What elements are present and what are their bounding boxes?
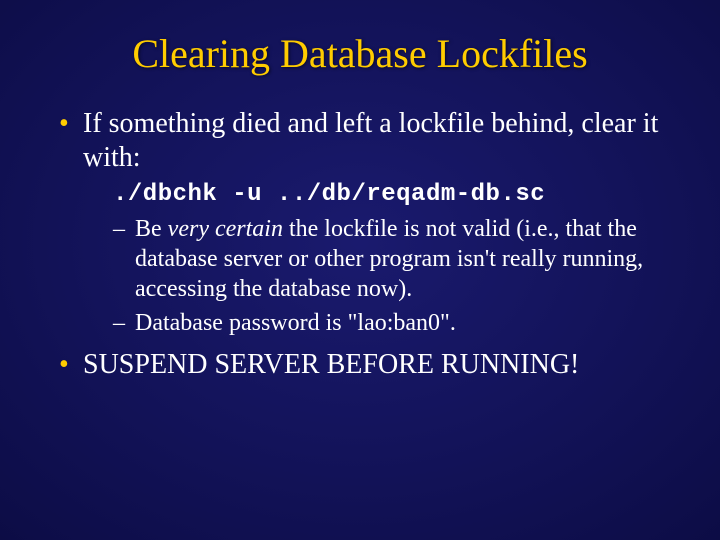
command-line: ./dbchk -u ../db/reqadm-db.sc <box>113 178 665 210</box>
sub-item-1: Be very certain the lockfile is not vali… <box>113 214 665 304</box>
bullet-1-text: If something died and left a lockfile be… <box>83 108 658 173</box>
bullet-item-2: SUSPEND SERVER BEFORE RUNNING! <box>55 348 665 382</box>
sub-list-1: ./dbchk -u ../db/reqadm-db.sc Be very ce… <box>113 178 665 338</box>
sub1-emph: very certain <box>168 216 283 242</box>
slide: Clearing Database Lockfiles If something… <box>0 0 720 540</box>
sub2-text: Database password is "lao:ban0". <box>135 310 456 336</box>
sub1-part-a: Be <box>135 216 168 242</box>
command-text: ./dbchk -u ../db/reqadm-db.sc <box>113 181 545 208</box>
bullet-item-1: If something died and left a lockfile be… <box>55 107 665 338</box>
slide-title: Clearing Database Lockfiles <box>55 30 665 77</box>
bullet-list: If something died and left a lockfile be… <box>55 107 665 382</box>
bullet-2-text: SUSPEND SERVER BEFORE RUNNING! <box>83 349 579 380</box>
sub-item-2: Database password is "lao:ban0". <box>113 308 665 338</box>
